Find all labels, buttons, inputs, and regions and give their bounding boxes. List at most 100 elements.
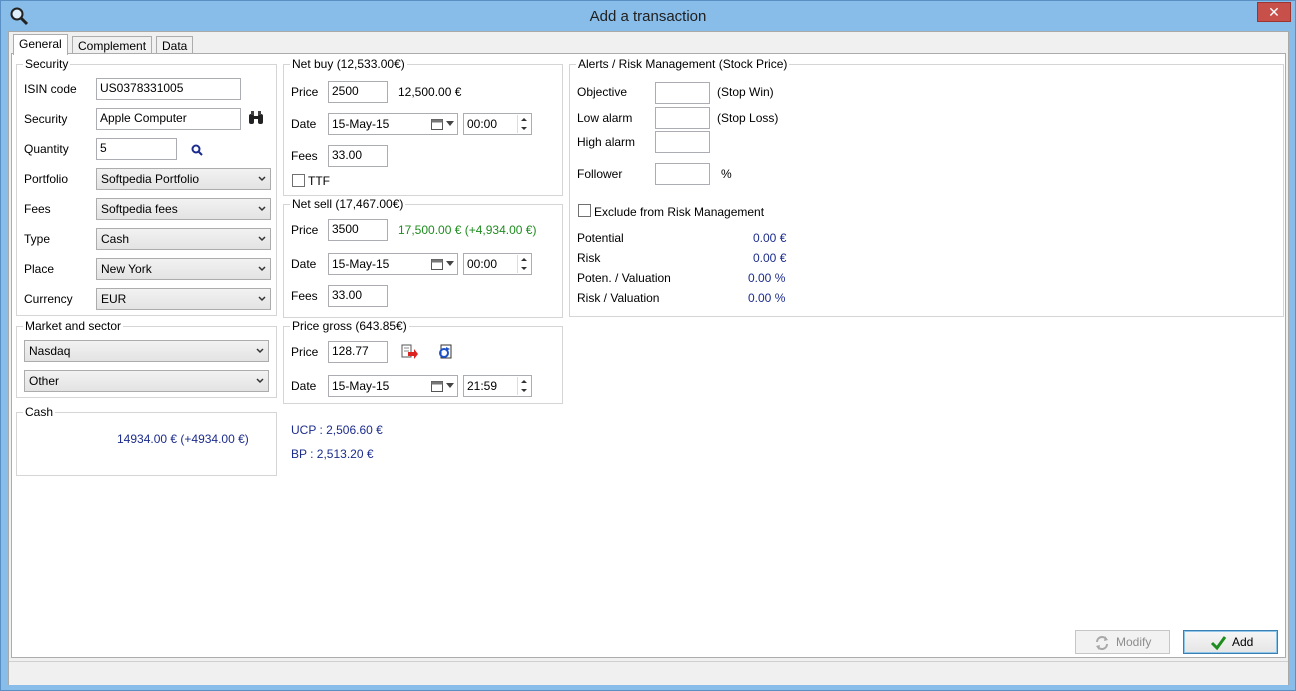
binoculars-icon[interactable] [248, 111, 264, 125]
spin-up-icon[interactable] [518, 115, 530, 124]
fees-select[interactable]: Softpedia fees [96, 198, 271, 220]
modify-label: Modify [1116, 635, 1152, 649]
close-button[interactable]: ✕ [1257, 2, 1291, 22]
ttf-checkbox[interactable] [292, 174, 305, 187]
low-alarm-input[interactable] [655, 107, 710, 129]
net-sell-legend: Net sell (17,467.00€) [290, 197, 406, 211]
price-gross-time-spinner[interactable]: 21:59 [463, 375, 532, 397]
net-sell-date-value: 15-May-15 [332, 257, 390, 271]
portfolio-label: Portfolio [24, 172, 69, 186]
net-buy-fees-input[interactable]: 33.00 [328, 145, 388, 167]
chevron-down-icon [258, 266, 266, 272]
portfolio-select[interactable]: Softpedia Portfolio [96, 168, 271, 190]
status-bar [9, 661, 1288, 685]
low-alarm-label: Low alarm [577, 111, 633, 125]
alerts-risk-group: Alerts / Risk Management (Stock Price) O… [569, 57, 1284, 317]
poten-valuation-value: 0.00 % [748, 271, 786, 285]
chevron-down-icon[interactable] [446, 383, 454, 389]
price-gross-price-input[interactable]: 128.77 [328, 341, 388, 363]
security-group: Security ISIN code US0378331005 Security… [16, 57, 277, 316]
refresh-document-icon[interactable] [437, 344, 453, 360]
net-sell-price-input[interactable]: 3500 [328, 219, 388, 241]
potential-label: Potential [577, 231, 624, 245]
spin-down-icon[interactable] [518, 264, 530, 273]
chevron-down-icon [258, 296, 266, 302]
fees-label: Fees [24, 202, 51, 216]
calendar-icon[interactable] [431, 380, 443, 392]
exclude-risk-label: Exclude from Risk Management [594, 205, 765, 219]
risk-valuation-label: Risk / Valuation [577, 291, 660, 305]
tab-complement[interactable]: Complement [72, 36, 153, 54]
price-gross-date-picker[interactable]: 15-May-15 [328, 375, 458, 397]
follower-input[interactable] [655, 163, 710, 185]
type-select[interactable]: Cash [96, 228, 271, 250]
high-alarm-label: High alarm [577, 135, 636, 149]
net-buy-price-input[interactable]: 2500 [328, 81, 388, 103]
alerts-legend: Alerts / Risk Management (Stock Price) [576, 57, 790, 71]
price-gross-date-label: Date [291, 379, 317, 393]
net-sell-date-label: Date [291, 257, 317, 271]
market-value: Nasdaq [29, 344, 71, 358]
price-gross-group: Price gross (643.85€) Price 128.77 Date … [283, 319, 563, 404]
high-alarm-input[interactable] [655, 131, 710, 153]
net-sell-date-picker[interactable]: 15-May-15 [328, 253, 458, 275]
net-buy-date-picker[interactable]: 15-May-15 [328, 113, 458, 135]
isin-input[interactable]: US0378331005 [96, 78, 241, 100]
modify-button[interactable]: Modify [1075, 630, 1170, 654]
net-sell-fees-input[interactable]: 33.00 [328, 285, 388, 307]
net-buy-fees-label: Fees [291, 149, 318, 163]
price-gross-legend: Price gross (643.85€) [290, 319, 409, 333]
poten-valuation-label: Poten. / Valuation [577, 271, 671, 285]
cash-group: Cash 14934.00 € (+4934.00 €) [16, 405, 277, 476]
security-input[interactable]: Apple Computer [96, 108, 241, 130]
cash-legend: Cash [23, 405, 56, 419]
exclude-risk-checkbox[interactable] [578, 204, 591, 217]
spin-up-icon[interactable] [518, 377, 530, 386]
price-gross-time-value: 21:59 [467, 379, 498, 393]
spin-down-icon[interactable] [518, 386, 530, 395]
sector-select[interactable]: Other [24, 370, 269, 392]
refresh-icon [1096, 636, 1108, 650]
ucp-value: UCP : 2,506.60 € [291, 423, 383, 437]
dialog-client: General Complement Data Security ISIN co… [8, 31, 1289, 685]
portfolio-value: Softpedia Portfolio [101, 172, 200, 186]
quantity-input[interactable]: 5 [96, 138, 177, 160]
window-title: Add a transaction [589, 8, 707, 25]
sector-value: Other [29, 374, 60, 388]
currency-select[interactable]: EUR [96, 288, 271, 310]
currency-value: EUR [101, 292, 127, 306]
chevron-down-icon[interactable] [446, 121, 454, 127]
cash-value: 14934.00 € (+4934.00 €) [117, 432, 249, 446]
net-sell-group: Net sell (17,467.00€) Price 3500 17,500.… [283, 197, 563, 318]
net-buy-date-value: 15-May-15 [332, 117, 390, 131]
spinner-buttons [517, 115, 530, 133]
ttf-label: TTF [308, 174, 330, 188]
add-button[interactable]: Add [1183, 630, 1278, 654]
quantity-label: Quantity [24, 142, 69, 156]
type-label: Type [24, 232, 51, 246]
market-select[interactable]: Nasdaq [24, 340, 269, 362]
spin-up-icon[interactable] [518, 255, 530, 264]
net-buy-time-spinner[interactable]: 00:00 [463, 113, 532, 135]
chevron-down-icon[interactable] [446, 261, 454, 267]
place-select[interactable]: New York [96, 258, 271, 280]
dialog-window: Add a transaction ✕ General Complement D… [0, 0, 1296, 691]
chevron-down-icon [258, 206, 266, 212]
search-icon[interactable] [191, 144, 203, 156]
objective-label: Objective [577, 85, 628, 99]
net-sell-time-spinner[interactable]: 00:00 [463, 253, 532, 275]
net-sell-price-label: Price [291, 223, 319, 237]
chevron-down-icon [258, 176, 266, 182]
calendar-icon[interactable] [431, 118, 443, 130]
calendar-icon[interactable] [431, 258, 443, 270]
title-bar[interactable]: Add a transaction ✕ [1, 1, 1295, 31]
spinner-buttons [517, 255, 530, 273]
chevron-down-icon [258, 236, 266, 242]
export-arrow-icon[interactable] [401, 344, 419, 360]
objective-input[interactable] [655, 82, 710, 104]
tab-data[interactable]: Data [156, 36, 194, 54]
spinner-buttons [517, 377, 530, 395]
market-sector-group: Market and sector Nasdaq Other [16, 319, 277, 398]
tab-general[interactable]: General [13, 34, 68, 55]
spin-down-icon[interactable] [518, 124, 530, 133]
